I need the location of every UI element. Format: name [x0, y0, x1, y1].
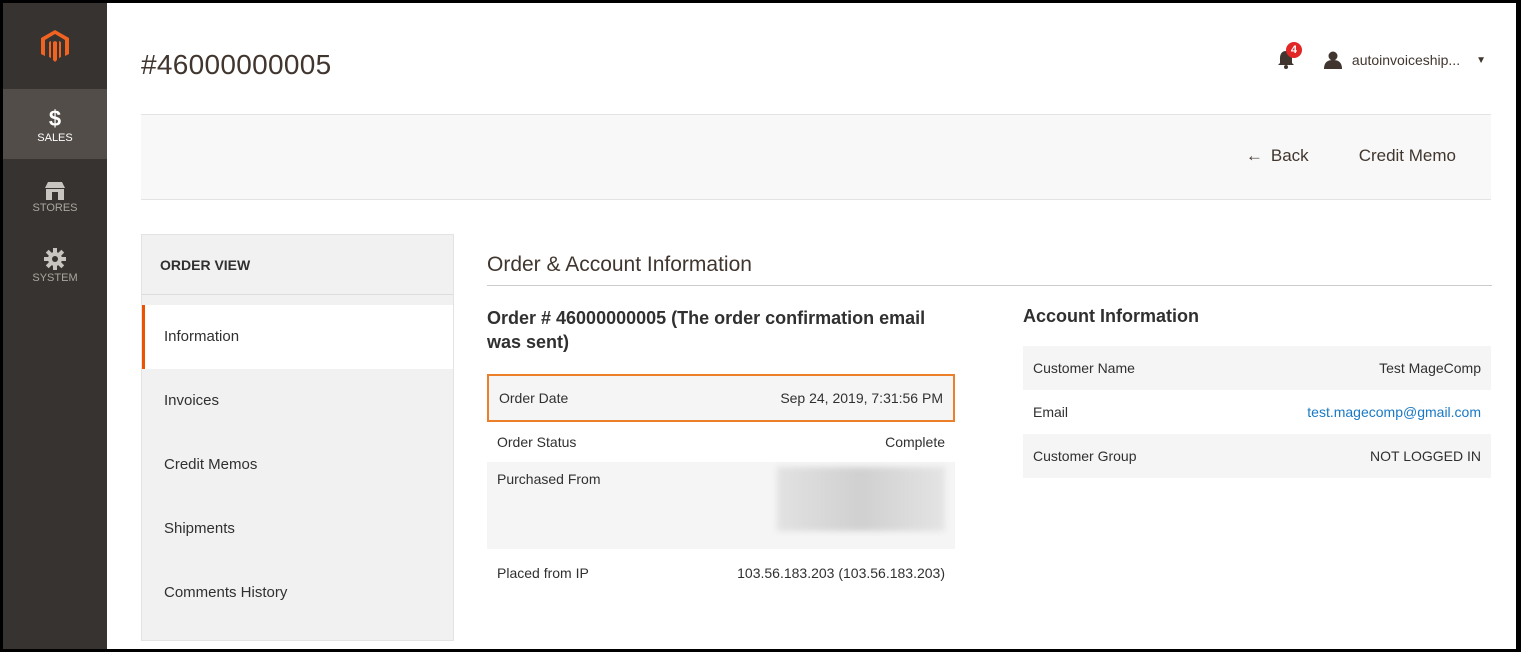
account-info-table: Customer Name Test MageComp Email test.m…: [1023, 346, 1491, 478]
account-info-title: Account Information: [1023, 306, 1199, 326]
user-menu[interactable]: autoinvoiceship... ▼: [1323, 51, 1486, 69]
customer-group-label: Customer Group: [1033, 448, 1137, 464]
order-view-tabs: ORDER VIEW Information Invoices Credit M…: [141, 234, 454, 641]
nav-stores[interactable]: STORES: [3, 159, 107, 229]
order-date-row: Order Date Sep 24, 2019, 7:31:56 PM: [487, 374, 955, 422]
app-frame: $ SALES STORES SYSTEM #46000000005 4 aut…: [3, 3, 1516, 649]
email-row: Email test.magecomp@gmail.com: [1023, 390, 1491, 434]
placed-ip-label: Placed from IP: [497, 565, 589, 581]
customer-group-value: NOT LOGGED IN: [1370, 448, 1481, 464]
email-link[interactable]: test.magecomp@gmail.com: [1307, 404, 1481, 420]
nav-sales-label: SALES: [37, 132, 73, 144]
order-info-table: Order Date Sep 24, 2019, 7:31:56 PM Orde…: [487, 374, 955, 597]
tab-comments-history[interactable]: Comments History: [142, 561, 453, 625]
order-date-value: Sep 24, 2019, 7:31:56 PM: [780, 390, 943, 406]
store-icon: [45, 182, 65, 200]
tabs-title: ORDER VIEW: [142, 235, 453, 295]
nav-sales[interactable]: $ SALES: [3, 89, 107, 159]
section-title: Order & Account Information: [487, 253, 1492, 286]
tab-shipments[interactable]: Shipments: [142, 497, 453, 561]
order-title: Order # 46000000005 (The order confirmat…: [487, 308, 926, 352]
customer-name-value: Test MageComp: [1379, 360, 1481, 376]
tab-credit-memos[interactable]: Credit Memos: [142, 433, 453, 497]
admin-sidebar: $ SALES STORES SYSTEM: [3, 3, 107, 649]
header-actions: 4 autoinvoiceship... ▼: [1276, 42, 1486, 71]
page-actions-bar: ← Back Credit Memo: [141, 114, 1491, 200]
gear-icon: [44, 248, 66, 270]
arrow-left-icon: ←: [1245, 146, 1263, 165]
back-button[interactable]: ← Back: [1246, 146, 1309, 166]
order-status-label: Order Status: [497, 434, 577, 450]
magento-logo-icon: [41, 30, 69, 62]
order-status-value: Complete: [885, 434, 945, 450]
credit-memo-button[interactable]: Credit Memo: [1359, 146, 1456, 166]
user-icon: [1323, 51, 1342, 69]
email-label: Email: [1033, 404, 1069, 420]
notifications-button[interactable]: 4: [1276, 42, 1303, 71]
notifications-badge: 4: [1285, 42, 1303, 58]
customer-group-row: Customer Group NOT LOGGED IN: [1023, 434, 1491, 478]
credit-memo-button-label: Credit Memo: [1358, 146, 1456, 165]
tab-information[interactable]: Information: [142, 305, 453, 369]
tab-invoices[interactable]: Invoices: [142, 369, 453, 433]
back-button-label: Back: [1270, 146, 1309, 165]
customer-name-row: Customer Name Test MageComp: [1023, 346, 1491, 390]
customer-name-label: Customer Name: [1033, 360, 1135, 376]
purchased-from-label: Purchased From: [497, 471, 601, 487]
nav-stores-label: STORES: [32, 202, 78, 214]
placed-ip-value: 103.56.183.203 (103.56.183.203): [737, 565, 945, 581]
user-name: autoinvoiceship...: [1351, 52, 1461, 68]
nav-system[interactable]: SYSTEM: [3, 229, 107, 299]
magento-logo[interactable]: [3, 3, 107, 89]
placed-ip-row: Placed from IP 103.56.183.203 (103.56.18…: [487, 549, 955, 597]
order-date-label: Order Date: [499, 390, 569, 406]
order-status-row: Order Status Complete: [487, 422, 955, 462]
page-title: #46000000005: [141, 49, 332, 80]
purchased-from-row: Purchased From: [487, 462, 955, 549]
purchased-from-blurred-value: [777, 467, 945, 531]
chevron-down-icon: ▼: [1476, 54, 1486, 66]
dollar-icon: $: [48, 106, 62, 131]
nav-system-label: SYSTEM: [32, 272, 78, 284]
